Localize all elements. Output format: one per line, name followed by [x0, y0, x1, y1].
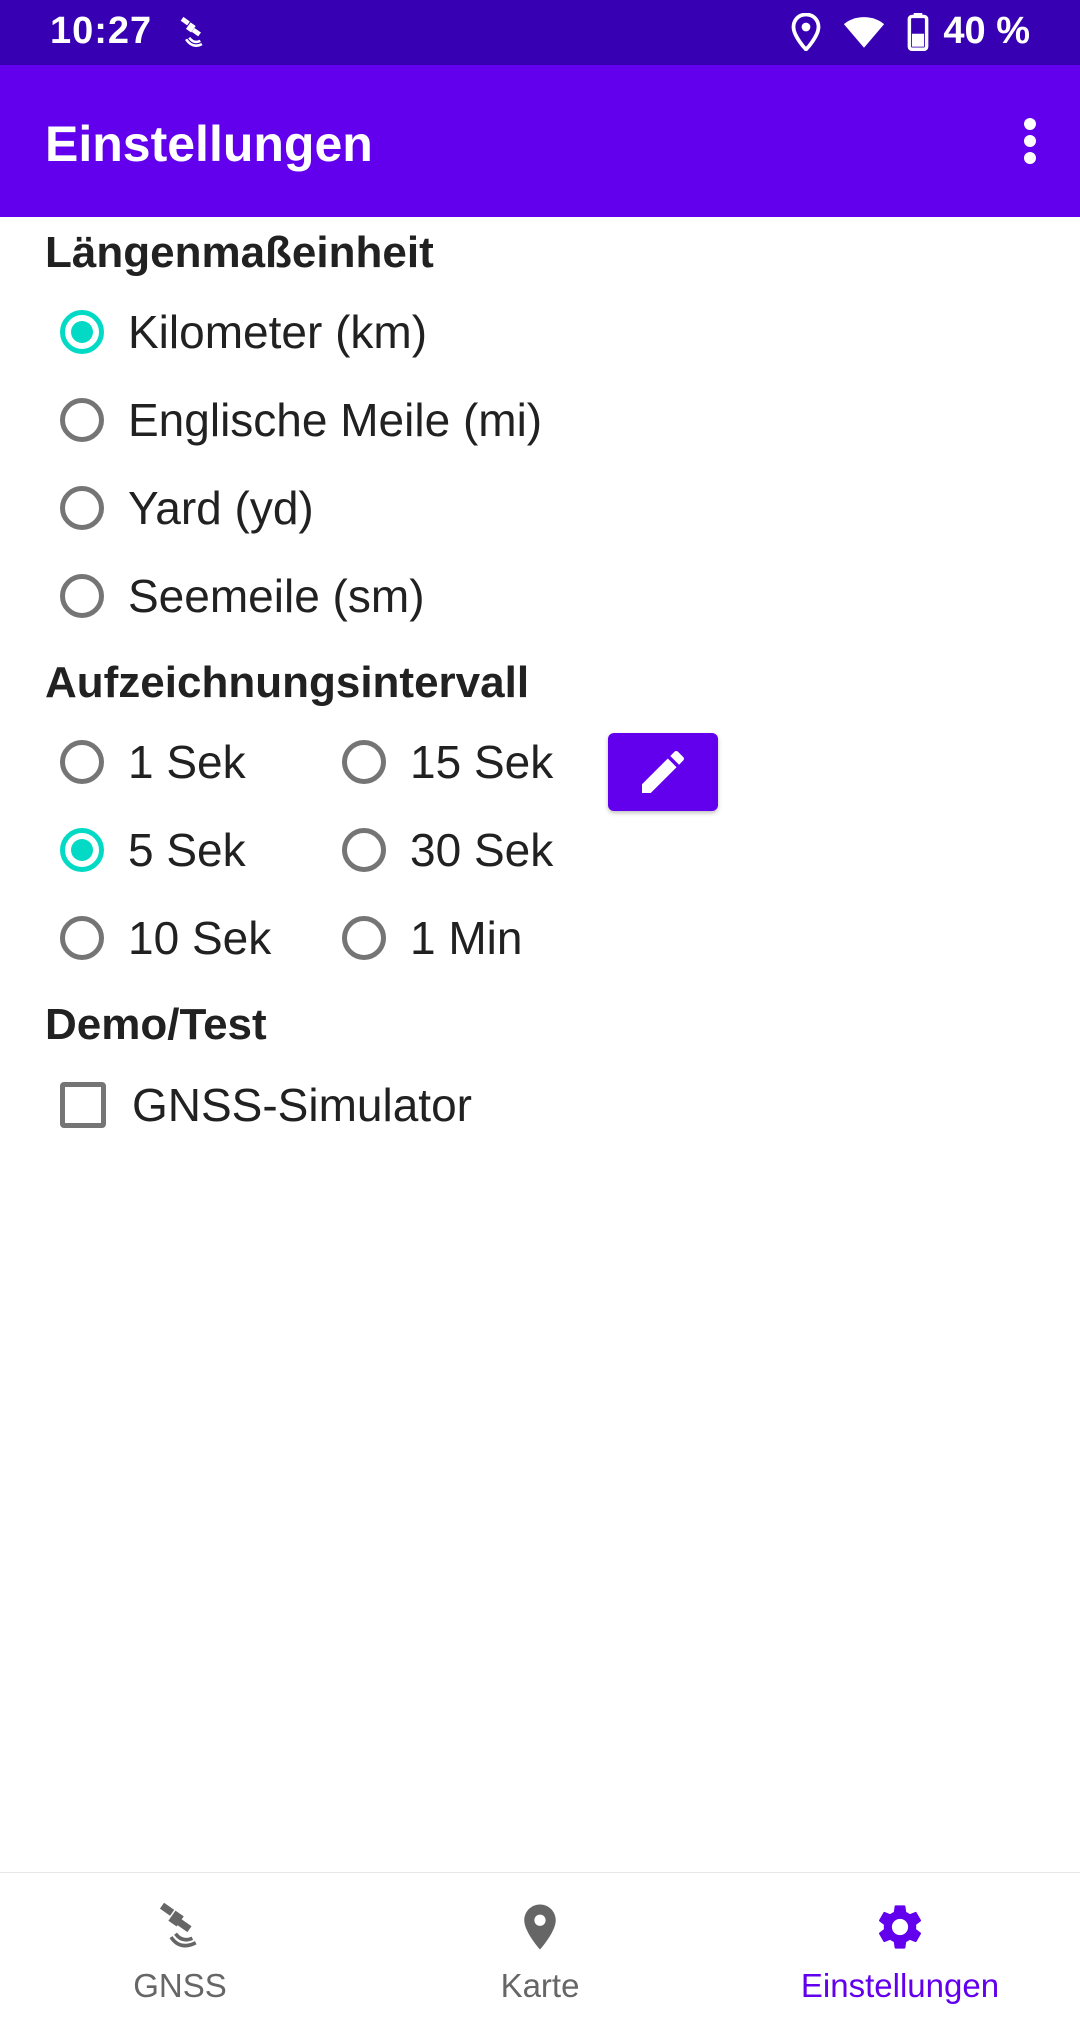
radio-label: Englische Meile (mi): [128, 394, 543, 446]
nav-label: GNSS: [133, 1967, 227, 2004]
radio-button[interactable]: [60, 574, 104, 618]
status-bar: 10:27 40 %: [0, 0, 1080, 65]
radio-label: 10 Sek: [128, 912, 272, 964]
radio-interval-15s[interactable]: 15 Sek: [342, 727, 553, 797]
radio-yard[interactable]: Yard (yd): [60, 473, 314, 543]
radio-button[interactable]: [342, 740, 386, 784]
gnss-simulator-option[interactable]: GNSS-Simulator: [60, 1070, 472, 1140]
wifi-icon: [843, 14, 885, 50]
page-title: Einstellungen: [45, 116, 373, 172]
checkbox-label: GNSS-Simulator: [132, 1079, 472, 1131]
radio-button[interactable]: [60, 398, 104, 442]
battery-percent: 40 %: [943, 10, 1030, 52]
nav-item-einstellungen[interactable]: Einstellungen: [720, 1873, 1080, 2029]
radio-interval-1min[interactable]: 1 Min: [342, 903, 522, 973]
radio-label: Yard (yd): [128, 482, 314, 534]
more-vert-icon[interactable]: [1002, 111, 1058, 171]
length-unit-title: Längenmaßeinheit: [45, 228, 434, 277]
radio-button[interactable]: [60, 486, 104, 530]
radio-nautical-mile[interactable]: Seemeile (sm): [60, 561, 425, 631]
nav-item-karte[interactable]: Karte: [360, 1873, 720, 2029]
edit-interval-button[interactable]: [608, 733, 718, 811]
radio-label: 15 Sek: [410, 736, 554, 788]
satellite-icon: [175, 14, 213, 52]
radio-button[interactable]: [60, 916, 104, 960]
map-pin-icon: [513, 1899, 567, 1955]
radio-label: Kilometer (km): [128, 306, 428, 358]
status-icons: 40 %: [791, 10, 1030, 53]
radio-interval-1s[interactable]: 1 Sek: [60, 727, 246, 797]
location-icon: [791, 12, 821, 51]
radio-interval-5s[interactable]: 5 Sek: [60, 815, 246, 885]
radio-kilometer[interactable]: Kilometer (km): [60, 297, 427, 367]
radio-mile[interactable]: Englische Meile (mi): [60, 385, 542, 455]
radio-button[interactable]: [342, 828, 386, 872]
satellite-icon: [153, 1899, 207, 1955]
radio-label: 1 Min: [410, 912, 523, 964]
demo-title: Demo/Test: [45, 1000, 267, 1049]
radio-label: 1 Sek: [128, 736, 246, 788]
radio-label: 5 Sek: [128, 824, 246, 876]
radio-label: 30 Sek: [410, 824, 554, 876]
radio-interval-10s[interactable]: 10 Sek: [60, 903, 271, 973]
radio-button[interactable]: [60, 828, 104, 872]
gnss-simulator-checkbox[interactable]: [60, 1082, 106, 1128]
radio-button[interactable]: [60, 740, 104, 784]
nav-item-gnss[interactable]: GNSS: [0, 1873, 360, 2029]
bottom-navigation: GNSS Karte Einstellungen: [0, 1872, 1080, 2029]
nav-label: Einstellungen: [800, 1967, 1000, 2004]
status-time: 10:27: [50, 10, 153, 52]
interval-title: Aufzeichnungsintervall: [45, 658, 530, 707]
app-bar: Einstellungen: [0, 65, 1080, 217]
nav-label: Karte: [500, 1967, 580, 2004]
gear-icon: [873, 1899, 927, 1955]
pencil-icon: [642, 750, 685, 793]
radio-button[interactable]: [60, 310, 104, 354]
radio-button[interactable]: [342, 916, 386, 960]
radio-interval-30s[interactable]: 30 Sek: [342, 815, 553, 885]
battery-icon: [907, 12, 929, 51]
radio-label: Seemeile (sm): [128, 570, 425, 622]
